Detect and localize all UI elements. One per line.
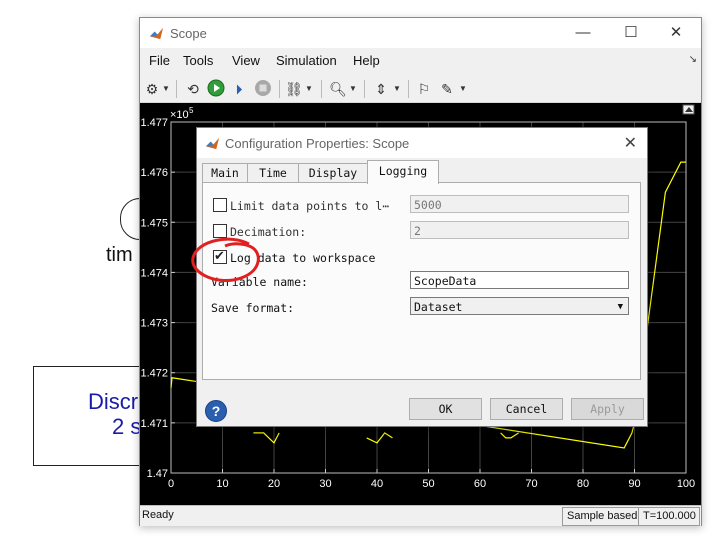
y-tick-label: 1.471 xyxy=(140,418,168,430)
limit-field[interactable]: 5000 xyxy=(410,195,629,213)
config-dialog: Configuration Properties: Scope ✕ Main T… xyxy=(191,127,648,427)
x-tick-label: 90 xyxy=(628,478,640,490)
variable-name-input[interactable]: ScopeData xyxy=(410,271,629,289)
menu-view[interactable]: View xyxy=(232,53,260,68)
toolbar-separator xyxy=(321,80,322,98)
y-tick-label: 1.472 xyxy=(140,368,168,380)
scope-trace-dip xyxy=(253,432,280,444)
y-tick-label: 1.475 xyxy=(140,217,168,229)
tab-time[interactable]: Time xyxy=(247,163,299,183)
y-tick-label: 1.476 xyxy=(140,167,168,179)
matlab-logo-icon xyxy=(149,27,164,40)
zoom-dropdown-icon[interactable]: ▼ xyxy=(348,79,358,99)
toolbar-separator xyxy=(364,80,365,98)
stop-icon[interactable] xyxy=(253,79,273,99)
close-button[interactable]: ✕ xyxy=(661,22,691,44)
x-tick-label: 40 xyxy=(371,478,383,490)
autoscale-icon[interactable]: ⇕ xyxy=(372,79,390,99)
scope-title: Scope xyxy=(170,26,207,41)
dropdown-arrow-icon: ▼ xyxy=(617,302,623,312)
y-tick-label: 1.47 xyxy=(147,468,168,480)
step-forward-icon[interactable]: ⏵ xyxy=(230,79,248,99)
run-icon[interactable] xyxy=(206,79,226,99)
annotation-circle xyxy=(191,237,260,283)
status-ready: Ready xyxy=(142,509,174,521)
save-format-value: Dataset xyxy=(414,300,463,314)
toolbar-separator xyxy=(408,80,409,98)
x-tick-label: 60 xyxy=(474,478,486,490)
save-format-select[interactable]: Dataset ▼ xyxy=(410,297,629,315)
tab-main[interactable]: Main xyxy=(202,163,248,183)
minimize-button[interactable]: — xyxy=(568,22,598,44)
y-exponent-label: ×10 xyxy=(170,109,189,121)
status-time: T=100.000 xyxy=(638,507,700,526)
dialog-title: Configuration Properties: Scope xyxy=(225,136,410,151)
status-mode: Sample based xyxy=(562,507,643,526)
x-tick-label: 10 xyxy=(216,478,228,490)
tab-display[interactable]: Display xyxy=(298,163,368,183)
discrete-block-label-2: 2 s xyxy=(112,414,142,439)
cursor-measurements-icon[interactable]: ✎ xyxy=(438,79,456,99)
discrete-block-label-1: Discr xyxy=(88,389,139,414)
x-tick-label: 70 xyxy=(525,478,537,490)
settings-gear-icon[interactable]: ⚙ xyxy=(144,79,160,99)
scope-titlebar[interactable]: Scope — ☐ ✕ xyxy=(140,18,701,48)
cancel-button[interactable]: Cancel xyxy=(490,398,563,420)
x-tick-label: 100 xyxy=(677,478,695,490)
x-tick-label: 50 xyxy=(422,478,434,490)
y-exponent-power: 5 xyxy=(189,106,194,115)
help-icon[interactable]: ? xyxy=(205,400,227,422)
y-tick-label: 1.473 xyxy=(140,318,168,330)
y-tick-label: 1.477 xyxy=(140,117,168,129)
dialog-close-icon[interactable]: ✕ xyxy=(624,133,637,153)
limit-label: Limit data points to l⋯ xyxy=(230,199,390,213)
maximize-button[interactable]: ☐ xyxy=(616,22,646,44)
x-tick-label: 30 xyxy=(319,478,331,490)
status-bar: Ready Sample based T=100.000 xyxy=(140,505,701,526)
menu-tools[interactable]: Tools xyxy=(183,53,213,68)
highlight-signal-icon[interactable]: ⛓ xyxy=(285,79,303,99)
dock-arrow-icon[interactable]: ↘ xyxy=(689,54,697,65)
tab-logging[interactable]: Logging xyxy=(367,160,439,184)
scope-trace-dip xyxy=(366,432,393,444)
matlab-logo-icon xyxy=(205,137,220,150)
clock-block-label: tim xyxy=(106,244,133,266)
triggers-icon[interactable]: ⚐ xyxy=(415,79,433,99)
x-tick-label: 0 xyxy=(168,478,174,490)
limit-checkbox[interactable] xyxy=(213,198,227,212)
toolbar-separator xyxy=(279,80,280,98)
decimation-field[interactable]: 2 xyxy=(410,221,629,239)
toolbar: ⚙ ▼ ⟲ ⏵ ⛓ ▼ 🔍︎ ▼ ⇕ ▼ ⚐ ✎ ▼ xyxy=(140,76,701,103)
menu-help[interactable]: Help xyxy=(353,53,380,68)
measurements-dropdown-icon[interactable]: ▼ xyxy=(458,79,468,99)
apply-button[interactable]: Apply xyxy=(571,398,644,420)
toolbar-separator xyxy=(176,80,177,98)
menu-simulation[interactable]: Simulation xyxy=(276,53,337,68)
save-format-label: Save format: xyxy=(211,301,295,315)
menu-file[interactable]: File xyxy=(149,53,170,68)
x-tick-label: 20 xyxy=(268,478,280,490)
step-back-icon[interactable]: ⟲ xyxy=(184,79,202,99)
scope-trace-dip xyxy=(500,432,519,439)
y-tick-label: 1.474 xyxy=(140,267,168,279)
autoscale-dropdown-icon[interactable]: ▼ xyxy=(392,79,402,99)
zoom-in-icon[interactable]: 🔍︎ xyxy=(329,79,347,99)
menu-bar: File Tools View Simulation Help ↘ xyxy=(140,50,701,72)
x-tick-label: 80 xyxy=(577,478,589,490)
highlight-dropdown-icon[interactable]: ▼ xyxy=(304,79,314,99)
ok-button[interactable]: OK xyxy=(409,398,482,420)
dialog-titlebar[interactable]: Configuration Properties: Scope ✕ xyxy=(197,128,647,158)
settings-dropdown-icon[interactable]: ▼ xyxy=(161,79,171,99)
